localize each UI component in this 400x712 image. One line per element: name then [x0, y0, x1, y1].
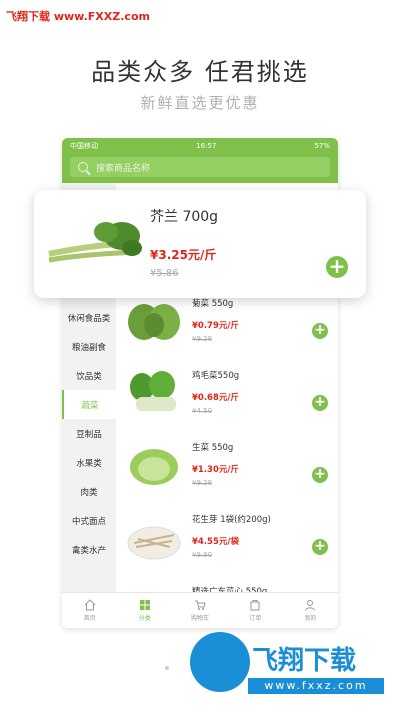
tab-me[interactable]: 我的	[283, 593, 338, 628]
headline: 品类众多 任君挑选	[91, 58, 309, 86]
card-product-name: 芥兰 700g	[150, 209, 219, 225]
subline: 新鲜直选更优惠	[140, 94, 260, 112]
list-item[interactable]: 花生芽 1袋(约200g) ¥4.55元/袋 ¥9.90 +	[116, 507, 338, 579]
search-header: 搜索商品名称	[62, 154, 338, 183]
tab-category[interactable]: 分类	[117, 593, 172, 628]
product-image	[130, 371, 176, 411]
sidebar-item-fruit[interactable]: 水果类	[62, 448, 116, 477]
watermark-text: 飞翔下载 www.FXXZ.com	[6, 10, 150, 23]
sidebar-item-drinks[interactable]: 饮品类	[62, 361, 116, 390]
search-placeholder: 搜索商品名称	[96, 163, 151, 174]
add-to-cart-button[interactable]: +	[312, 539, 328, 555]
product-old-price: ¥4.50	[192, 407, 213, 415]
sidebar-item-tofu[interactable]: 豆制品	[62, 419, 116, 448]
product-price: ¥0.79元/斤	[192, 321, 239, 331]
tab-home[interactable]: 首页	[62, 593, 117, 628]
product-image	[127, 526, 181, 560]
page-indicator-dot	[165, 666, 169, 670]
add-to-cart-button[interactable]: +	[312, 323, 328, 339]
sidebar-item-vegetables[interactable]: 蔬菜	[62, 390, 116, 419]
card-product-price: ¥3.25元/斤	[150, 248, 217, 262]
card-product-old-price: ¥5.86	[150, 268, 179, 279]
tab-label: 我的	[304, 615, 317, 622]
tab-orders[interactable]: 订单	[228, 593, 283, 628]
add-to-cart-button[interactable]: +	[326, 256, 348, 278]
product-name: 菊菜 550g	[192, 299, 234, 309]
sidebar-item-poultry-seafood[interactable]: 禽类水产	[62, 535, 116, 564]
product-price: ¥0.68元/斤	[192, 393, 239, 403]
product-name: 花生芽 1袋(约200g)	[192, 515, 271, 525]
featured-product-card[interactable]: 芥兰 700g ¥3.25元/斤 ¥5.86 +	[34, 190, 366, 298]
logo-title: 飞翔下载	[252, 646, 357, 676]
battery-label: 57%	[314, 142, 330, 150]
search-input[interactable]: 搜索商品名称	[70, 157, 330, 177]
product-name: 鸡毛菜550g	[192, 371, 240, 381]
product-old-price: ¥9.28	[192, 335, 213, 343]
cart-icon	[195, 600, 206, 610]
product-image	[130, 449, 178, 485]
bottom-tab-bar: 首页 分类 购物车 订单 我的	[62, 592, 338, 628]
logo-icon	[190, 632, 250, 692]
user-icon	[305, 600, 316, 611]
tab-label: 购物车	[191, 615, 210, 622]
list-item[interactable]: 鸡毛菜550g ¥0.68元/斤 ¥4.50 +	[116, 363, 338, 435]
product-name: 生菜 550g	[192, 443, 234, 453]
product-old-price: ¥9.90	[192, 551, 213, 559]
category-icon	[139, 600, 150, 610]
tab-label: 首页	[83, 615, 96, 622]
tab-cart[interactable]: 购物车	[172, 593, 227, 628]
watermark-logo: 飞翔下载 www.fxxz.com	[190, 632, 390, 702]
tab-label: 订单	[249, 615, 262, 622]
sidebar-item-pastry[interactable]: 中式面点	[62, 506, 116, 535]
product-old-price: ¥9.28	[192, 479, 213, 487]
sidebar-item-meat[interactable]: 肉类	[62, 477, 116, 506]
product-image	[48, 222, 142, 263]
carrier-label: 中国移动	[70, 142, 98, 150]
list-item[interactable]: 生菜 550g ¥1.30元/斤 ¥9.28 +	[116, 435, 338, 507]
product-image	[128, 304, 180, 340]
time-label: 16:57	[196, 142, 217, 150]
list-item[interactable]: 菊菜 550g ¥0.79元/斤 ¥9.28 +	[116, 291, 338, 363]
add-to-cart-button[interactable]: +	[312, 467, 328, 483]
home-icon	[84, 599, 95, 611]
product-price: ¥1.30元/斤	[192, 465, 239, 475]
order-icon	[250, 600, 260, 611]
sidebar-item-snacks[interactable]: 休闲食品类	[62, 303, 116, 332]
add-to-cart-button[interactable]: +	[312, 395, 328, 411]
tab-label: 分类	[138, 615, 151, 622]
logo-url: www.fxxz.com	[248, 678, 384, 694]
product-price: ¥4.55元/袋	[192, 537, 239, 547]
sidebar-item-grain-oil[interactable]: 粮油副食	[62, 332, 116, 361]
search-icon	[78, 162, 88, 172]
status-bar: 中国移动 16:57 57%	[62, 138, 338, 154]
